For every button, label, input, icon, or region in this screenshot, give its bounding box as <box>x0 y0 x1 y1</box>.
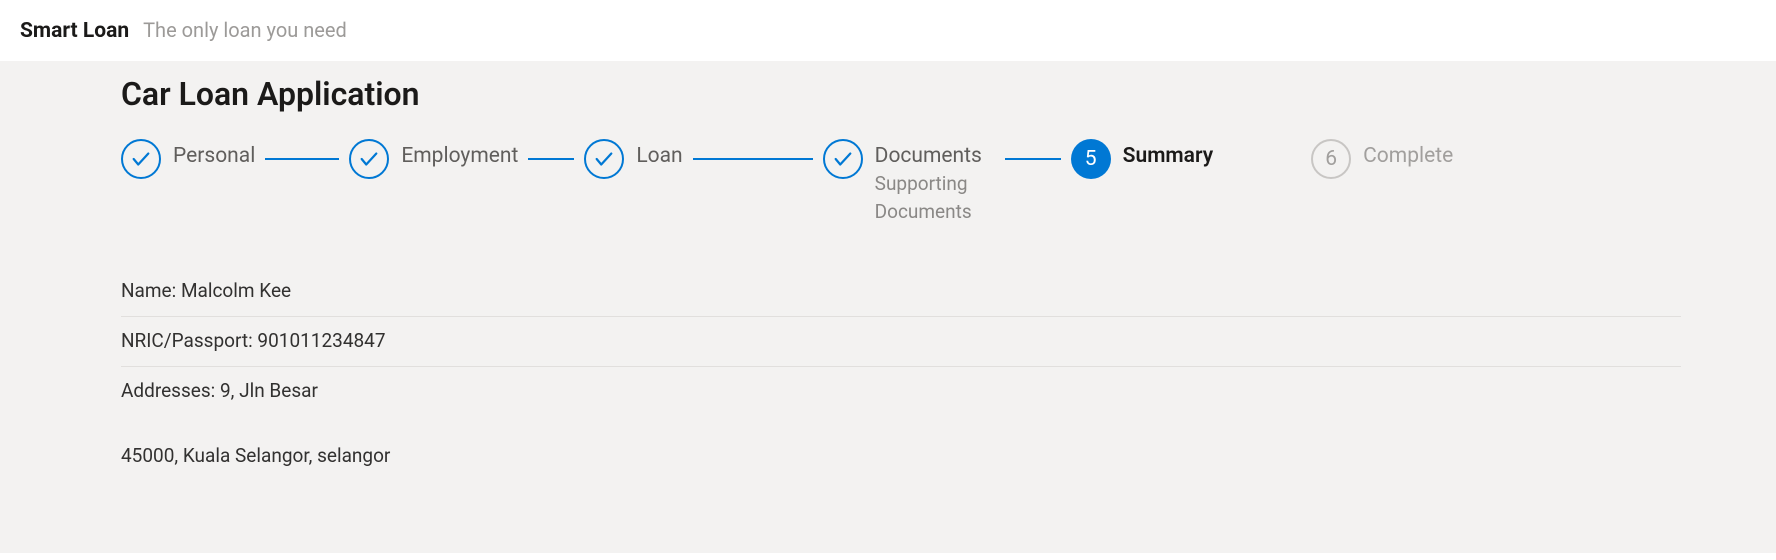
step-label: Loan <box>636 144 682 168</box>
check-icon <box>349 139 389 179</box>
step-employment[interactable]: Employment <box>349 139 518 179</box>
progress-stepper: Personal Employment Loan <box>121 139 1681 225</box>
check-icon <box>823 139 863 179</box>
step-loan[interactable]: Loan <box>584 139 682 179</box>
page-title: Car Loan Application <box>121 75 1681 113</box>
step-connector <box>528 158 574 160</box>
step-label: Employment <box>401 144 518 168</box>
app-logo: Smart Loan <box>20 19 129 43</box>
step-label: Complete <box>1363 144 1453 168</box>
step-complete: 6 Complete <box>1311 139 1453 179</box>
step-connector <box>265 158 339 160</box>
content-area: Car Loan Application Personal Employment <box>0 61 1776 553</box>
step-sublabel: Supporting Documents <box>875 170 995 225</box>
check-icon <box>584 139 624 179</box>
summary-row-address-line2: 45000, Kuala Selangor, selangor <box>121 444 1681 481</box>
step-documents[interactable]: Documents Supporting Documents <box>823 139 995 225</box>
app-tagline: The only loan you need <box>143 18 347 42</box>
step-connector <box>693 158 813 160</box>
step-number-icon: 5 <box>1071 139 1111 179</box>
summary-row-address: Addresses: 9, Jln Besar <box>121 367 1681 416</box>
step-personal[interactable]: Personal <box>121 139 255 179</box>
step-label: Personal <box>173 144 255 168</box>
summary-row-nric: NRIC/Passport: 901011234847 <box>121 317 1681 367</box>
step-summary[interactable]: 5 Summary <box>1071 139 1213 179</box>
step-connector <box>1005 158 1061 160</box>
spacer <box>121 416 1681 444</box>
step-label: Summary <box>1123 144 1213 168</box>
app-header: Smart Loan The only loan you need <box>0 0 1776 61</box>
check-icon <box>121 139 161 179</box>
summary-row-name: Name: Malcolm Kee <box>121 267 1681 317</box>
summary-list: Name: Malcolm Kee NRIC/Passport: 9010112… <box>121 267 1681 481</box>
step-label: Documents <box>875 144 995 168</box>
step-number-icon: 6 <box>1311 139 1351 179</box>
